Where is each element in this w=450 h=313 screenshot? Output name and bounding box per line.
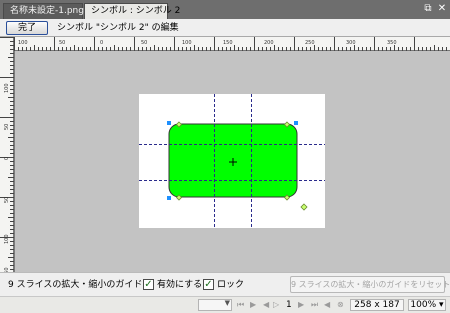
- vertical-ruler[interactable]: 100 50 0 50 100 150: [0, 37, 14, 272]
- next-frame-icon[interactable]: ▶: [298, 299, 304, 311]
- enable-label: 有効にする: [157, 280, 203, 290]
- zoom-value: 100%: [410, 300, 437, 310]
- enable-checkbox[interactable]: ✓: [143, 279, 154, 290]
- handle-bottom-left[interactable]: [167, 196, 171, 200]
- vruler-label: 0: [4, 157, 10, 160]
- horizontal-ruler[interactable]: 100 50 0 50 100 150 200 250 300 350: [14, 37, 450, 51]
- loop-icon[interactable]: ⊗: [337, 299, 344, 311]
- vruler-label: 100: [4, 234, 10, 244]
- nine-slice-guide-bar: 9 スライスの拡大・縮小のガイド : ✓ 有効にする ✓ ロック 9 スライスの…: [0, 272, 450, 296]
- done-button[interactable]: 完了: [6, 21, 48, 35]
- close-icon[interactable]: ✕: [436, 3, 448, 15]
- hruler-label: 200: [264, 40, 274, 46]
- vruler-label: 50: [4, 124, 10, 130]
- first-page-icon[interactable]: ⏮: [237, 299, 244, 311]
- stage-canvas[interactable]: [15, 51, 450, 272]
- stage-svg: [139, 94, 325, 228]
- hruler-label: 50: [59, 40, 65, 46]
- hruler-label: 0: [100, 40, 103, 46]
- hruler-label: 100: [18, 40, 28, 46]
- guide-bar-label: 9 スライスの拡大・縮小のガイド :: [8, 280, 149, 290]
- document-size: 258 x 187: [350, 299, 404, 311]
- document-tab-strip: 名称未設定-1.png* シンボル : シンボル 2 ⧉ ✕: [0, 0, 450, 19]
- prev-page-icon[interactable]: ◀: [263, 299, 269, 311]
- lock-label: ロック: [217, 280, 245, 290]
- hruler-label: 300: [346, 40, 356, 46]
- horizontal-ruler-ticks: 100 50 0 50 100 150 200 250 300 350: [14, 37, 450, 51]
- page-number: 1: [286, 300, 292, 310]
- chevron-down-icon: ▼: [224, 299, 230, 307]
- chevron-down-icon: ▾: [439, 300, 444, 310]
- symbol-edit-bar: 完了 シンボル "シンボル 2" の編集: [0, 19, 450, 37]
- stop-icon[interactable]: ◀: [324, 299, 330, 311]
- hruler-label: 50: [141, 40, 147, 46]
- last-page-icon[interactable]: ⏭: [311, 299, 318, 311]
- edit-context-label: シンボル "シンボル 2" の編集: [57, 23, 179, 33]
- next-page-icon[interactable]: ▷: [273, 299, 279, 311]
- lock-checkbox[interactable]: ✓: [203, 279, 214, 290]
- handle-top-right[interactable]: [294, 121, 298, 125]
- restore-icon[interactable]: ⧉: [422, 3, 434, 15]
- hruler-label: 250: [305, 40, 315, 46]
- vruler-label: 50: [4, 197, 10, 203]
- play-icon[interactable]: ▶: [250, 299, 256, 311]
- hruler-label: 150: [223, 40, 233, 46]
- handle-top-left[interactable]: [167, 121, 171, 125]
- frame-state-select[interactable]: ▼: [198, 299, 232, 311]
- tab-document[interactable]: 名称未設定-1.png*: [3, 3, 88, 19]
- hruler-label: 100: [182, 40, 192, 46]
- tab-symbol[interactable]: シンボル : シンボル 2: [84, 3, 180, 19]
- status-bar: ▼ ⏮ ▶ ◀ ▷ 1 ▶ ⏭ ◀ ⊗ 258 x 187 100% ▾: [0, 296, 450, 313]
- vertical-ruler-ticks: 100 50 0 50 100 150: [0, 37, 14, 272]
- hruler-label: 350: [387, 40, 397, 46]
- vruler-label: 100: [4, 83, 10, 93]
- zoom-select[interactable]: 100% ▾: [408, 299, 446, 311]
- reset-guides-button[interactable]: 9 スライスの拡大・縮小のガイドをリセット: [290, 276, 450, 293]
